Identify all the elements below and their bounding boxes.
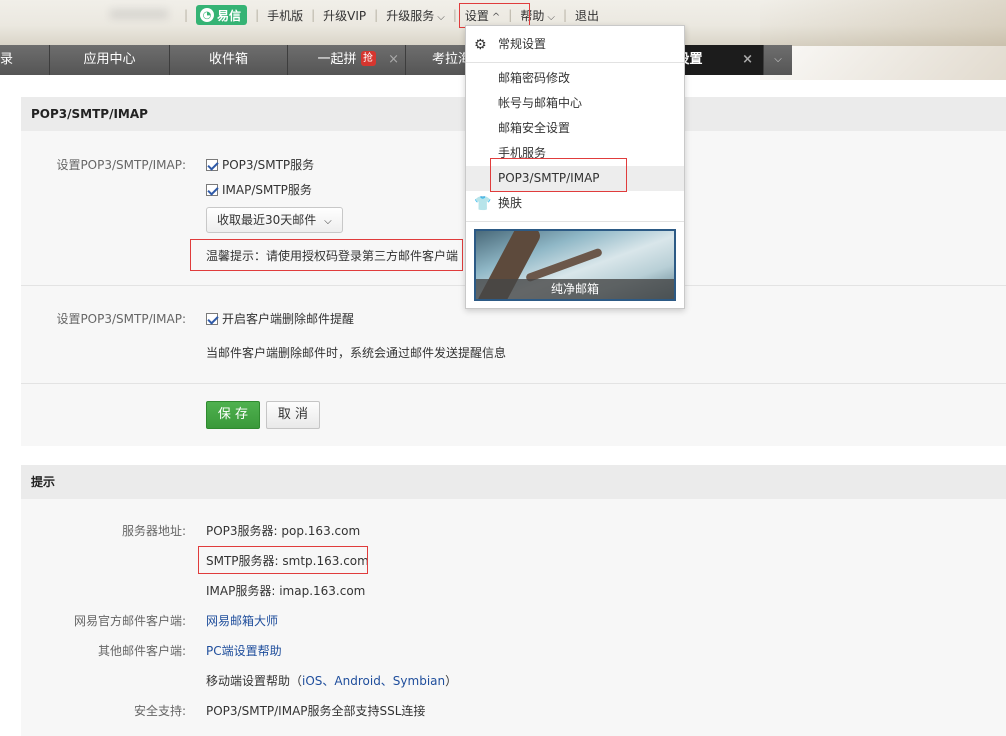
server-address-label: 服务器地址: xyxy=(121,524,186,538)
nav-separator: | xyxy=(184,8,189,22)
nav-separator: | xyxy=(374,8,379,22)
close-icon[interactable]: × xyxy=(742,45,753,75)
yixin-icon: ◔ xyxy=(200,8,215,22)
setting-label: 设置POP3/SMTP/IMAP: xyxy=(56,158,186,172)
tab-label: 录 xyxy=(0,52,14,67)
tab-app-center[interactable]: 应用中心 xyxy=(50,45,170,75)
settings-dropdown: ⚙ 常规设置 邮箱密码修改 帐号与邮箱中心 邮箱安全设置 手机服务 POP3/S… xyxy=(465,25,685,309)
chevron-down-icon: ⌵ xyxy=(324,216,332,227)
mobile-version-link[interactable]: 手机版 xyxy=(267,7,303,24)
tab-group-buy[interactable]: 一起拼抢 × xyxy=(288,45,406,75)
security-settings-item[interactable]: 邮箱安全设置 xyxy=(466,116,684,141)
panel-title: 提示 xyxy=(21,465,1006,499)
pop3-server: POP3服务器: pop.163.com xyxy=(206,524,361,538)
settings-menu[interactable]: 设置 ^ xyxy=(465,7,500,24)
chevron-down-icon: ⌵ xyxy=(437,11,445,23)
other-client-label: 其他邮件客户端: xyxy=(97,644,186,658)
fetch-range-value: 收取最近30天邮件 xyxy=(217,213,317,227)
mail-master-link[interactable]: 网易邮箱大师 xyxy=(206,612,278,629)
security-text: POP3/SMTP/IMAP服务全部支持SSL连接 xyxy=(206,704,426,718)
menu-divider xyxy=(466,221,684,222)
nav-separator: | xyxy=(508,8,513,22)
menu-divider xyxy=(466,62,684,63)
mobile-help-links[interactable]: iOS、Android、Symbian xyxy=(302,674,445,688)
mobile-service-item[interactable]: 手机服务 xyxy=(466,141,684,166)
skin-name: 纯净邮箱 xyxy=(476,279,674,299)
yixin-button[interactable]: ◔ 易信 xyxy=(196,5,248,25)
upgrade-vip-link[interactable]: 升级VIP xyxy=(323,7,366,24)
tab-kaola[interactable]: 考拉海 xyxy=(406,45,466,75)
pop3-smtp-label: POP3/SMTP服务 xyxy=(222,158,315,172)
help-label: 帮助 xyxy=(520,8,545,23)
tshirt-icon: 👕 xyxy=(474,196,492,212)
pop3-smtp-option[interactable]: POP3/SMTP服务 xyxy=(206,156,314,173)
nav-separator: | xyxy=(311,8,316,22)
save-button[interactable]: 保 存 xyxy=(206,401,260,429)
tab-label: 应用中心 xyxy=(83,52,136,67)
password-change-item[interactable]: 邮箱密码修改 xyxy=(466,66,684,91)
nav-separator: | xyxy=(255,8,260,22)
tab-inbox[interactable]: 收件箱 xyxy=(170,45,288,75)
yixin-label: 易信 xyxy=(217,8,242,23)
chevron-down-icon: ⌵ xyxy=(547,11,555,23)
settings-label: 设置 xyxy=(464,8,489,23)
general-settings-label: 常规设置 xyxy=(498,37,547,51)
tab-partial[interactable]: 录 xyxy=(0,45,50,75)
mobile-help-suffix: ） xyxy=(445,674,458,688)
gear-icon: ⚙ xyxy=(474,37,487,53)
logout-link[interactable]: 退出 xyxy=(575,7,599,24)
setting-label: 设置POP3/SMTP/IMAP: xyxy=(56,312,186,326)
pop3-smtp-checkbox[interactable] xyxy=(206,159,218,171)
account-center-item[interactable]: 帐号与邮箱中心 xyxy=(466,91,684,116)
imap-smtp-option[interactable]: IMAP/SMTP服务 xyxy=(206,181,312,198)
delete-notice-desc: 当邮件客户端删除邮件时，系统会通过邮件发送提醒信息 xyxy=(206,346,507,360)
upgrade-service-label: 升级服务 xyxy=(386,8,435,23)
fetch-range-select[interactable]: 收取最近30天邮件 ⌵ xyxy=(206,207,343,233)
pop3-smtp-imap-item[interactable]: POP3/SMTP/IMAP xyxy=(466,166,684,191)
delete-notice-checkbox[interactable] xyxy=(206,313,218,325)
skin-label: 换肤 xyxy=(498,196,523,210)
tree-branch-graphic xyxy=(525,247,603,283)
nav-separator: | xyxy=(452,8,457,22)
chevron-down-icon: ⌵ xyxy=(774,54,782,65)
top-nav: | ◔ 易信 | 手机版 | 升级VIP | 升级服务 ⌵ | 设置 ^ | 帮助 ⌵… xyxy=(176,4,599,26)
imap-smtp-checkbox[interactable] xyxy=(206,184,218,196)
tab-more-button[interactable]: ⌵ xyxy=(764,45,792,75)
delete-notice-option[interactable]: 开启客户端删除邮件提醒 xyxy=(206,310,354,327)
skin-thumbnail[interactable]: 纯净邮箱 xyxy=(474,229,676,301)
tab-label: 考拉海 xyxy=(432,52,465,67)
auth-code-tip: 温馨提示：请使用授权码登录第三方邮件客户端 xyxy=(206,249,459,263)
mobile-help: 移动端设置帮助（iOS、Android、Symbian） xyxy=(206,672,457,689)
official-client-label: 网易官方邮件客户端: xyxy=(73,614,186,628)
imap-smtp-label: IMAP/SMTP服务 xyxy=(222,183,312,197)
mobile-help-prefix: 移动端设置帮助（ xyxy=(206,674,303,688)
imap-server: IMAP服务器: imap.163.com xyxy=(206,584,366,598)
tab-label: 收件箱 xyxy=(208,52,248,67)
general-settings-item[interactable]: ⚙ 常规设置 xyxy=(466,32,684,57)
skin-item[interactable]: 👕 换肤 xyxy=(466,191,684,216)
pc-help-link[interactable]: PC端设置帮助 xyxy=(206,642,282,659)
row-divider xyxy=(21,383,1006,384)
tab-label: 一起拼 xyxy=(317,52,357,67)
delete-notice-label: 开启客户端删除邮件提醒 xyxy=(222,312,355,326)
cancel-button[interactable]: 取 消 xyxy=(266,401,320,429)
help-menu[interactable]: 帮助 ⌵ xyxy=(520,7,555,24)
smtp-server: SMTP服务器: smtp.163.com xyxy=(206,554,369,568)
close-icon[interactable]: × xyxy=(388,45,399,75)
security-label: 安全支持: xyxy=(133,704,186,718)
chevron-up-icon: ^ xyxy=(491,11,501,23)
nav-separator: | xyxy=(562,8,567,22)
tips-panel: 提示 服务器地址: POP3服务器: pop.163.com SMTP服务器: … xyxy=(21,465,1006,736)
qiang-badge: 抢 xyxy=(360,51,376,66)
upgrade-service-menu[interactable]: 升级服务 ⌵ xyxy=(386,7,445,24)
